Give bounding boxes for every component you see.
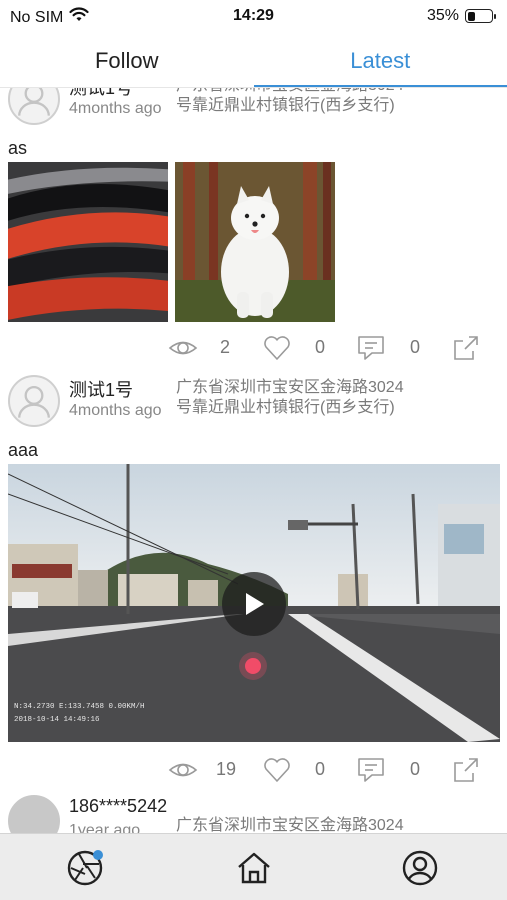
location-line: 广东省深圳市宝安区金海路3024 [176,88,436,96]
post-location: 广东省深圳市宝安区金海路3024 号靠近鼎业村镇银行(西乡支行) [176,378,436,418]
comments-count: 0 [410,337,421,357]
post-time: 1year ago [69,822,141,833]
battery-percent: 35% [426,7,459,24]
status-bar: No SIM 14:29 35% [0,0,507,34]
location-line: 广东省深圳市宝安区金海路3024 [176,817,404,833]
views-count: 2 [220,337,231,357]
bottom-nav [0,833,507,900]
feed-post: 测试1号 4months ago 广东省深圳市宝安区金海路3024 号靠近鼎业村… [0,370,507,790]
video-overlay-timestamp: 2018-10-14 14:49:16 [14,716,100,724]
post-time: 4months ago [69,402,162,419]
battery-level-fill [467,11,476,21]
battery-icon [465,9,496,23]
home-icon[interactable] [234,848,274,888]
post-header: 测试1号 4months ago 广东省深圳市宝安区金海路3024 号靠近鼎业村… [0,88,507,130]
user-name[interactable]: 测试1号 [69,88,133,100]
post-video[interactable]: N:34.2730 E:133.7458 0.00KM/H 2018-10-14… [8,464,500,742]
post-location: 广东省深圳市宝安区金海路3024 号靠近鼎业村镇银行(西乡支行) [176,88,436,116]
likes-count: 0 [315,759,326,779]
post-actions: 19 0 0 [0,750,507,790]
user-icon[interactable] [400,848,440,888]
share-icon[interactable] [451,333,481,363]
video-overlay-coords: N:34.2730 E:133.7458 0.00KM/H [14,703,145,711]
user-name[interactable]: 测试1号 [69,376,133,402]
location-line: 号靠近鼎业村镇银行(西乡支行) [176,97,395,114]
post-text: as [8,138,28,158]
eye-icon[interactable] [168,333,198,363]
heart-icon[interactable] [262,333,292,363]
tab-latest[interactable]: Latest [253,34,507,87]
post-actions: 2 0 0 [0,328,507,368]
location-line: 广东省深圳市宝安区金海路3024 [176,379,404,396]
notification-dot [93,850,103,860]
post-location: 广东省深圳市宝安区金海路3024 [176,816,436,833]
eye-icon[interactable] [168,755,198,785]
post-header: 186****5242 1year ago 广东省深圳市宝安区金海路3024 [0,790,507,833]
avatar[interactable] [8,88,60,125]
heart-icon[interactable] [262,755,292,785]
post-photo[interactable] [175,162,335,322]
views-count: 19 [216,759,237,779]
avatar[interactable] [8,375,60,427]
post-header: 测试1号 4months ago 广东省深圳市宝安区金海路3024 号靠近鼎业村… [0,370,507,432]
feed-list[interactable]: 测试1号 4months ago 广东省深圳市宝安区金海路3024 号靠近鼎业村… [0,88,507,833]
likes-count: 0 [315,337,326,357]
aperture-icon[interactable] [65,848,105,888]
avatar[interactable] [8,795,60,833]
status-right: 35% [426,7,496,25]
comment-icon[interactable] [356,333,386,363]
share-icon[interactable] [451,755,481,785]
post-photo[interactable] [8,162,168,322]
feed-post: 测试1号 4months ago 广东省深圳市宝安区金海路3024 号靠近鼎业村… [0,88,507,362]
feed-post: 186****5242 1year ago 广东省深圳市宝安区金海路3024 [0,790,507,833]
user-name[interactable]: 186****5242 [69,796,167,817]
location-line: 号靠近鼎业村镇银行(西乡支行) [176,399,395,416]
post-text: aaa [8,440,39,460]
tab-bar: Follow Latest [0,34,507,88]
comment-icon[interactable] [356,755,386,785]
play-icon[interactable] [222,572,286,636]
post-time: 4months ago [69,100,162,117]
tab-follow[interactable]: Follow [0,34,254,87]
comments-count: 0 [410,759,421,779]
